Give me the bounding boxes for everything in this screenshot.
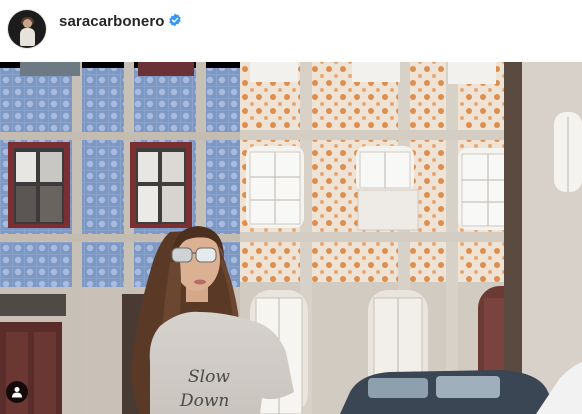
post-photo[interactable]: Slow Down	[0, 62, 582, 414]
post-header: saracarbonero	[0, 0, 582, 62]
instagram-post: saracarbonero Slow Down	[0, 0, 582, 414]
svg-text:Down: Down	[179, 391, 229, 411]
verified-badge-icon	[169, 13, 181, 27]
avatar-body	[20, 28, 35, 46]
avatar-face	[23, 19, 32, 28]
user-tag-icon[interactable]	[6, 381, 28, 403]
photo-image: Slow Down	[0, 62, 582, 414]
avatar[interactable]	[8, 10, 46, 48]
person-icon	[12, 387, 22, 398]
svg-text:Slow: Slow	[188, 367, 230, 387]
username-link[interactable]: saracarbonero	[59, 13, 165, 30]
